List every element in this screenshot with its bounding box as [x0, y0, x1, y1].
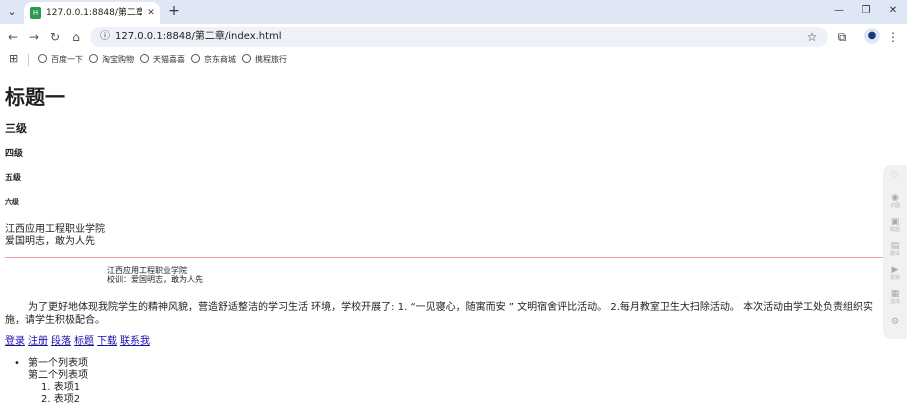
bookmarks-divider [28, 54, 29, 66]
link-heading[interactable]: 标题 [74, 336, 94, 347]
heading-3: 三级 [5, 122, 27, 135]
bookmark-item[interactable]: 携程旅行 [242, 53, 287, 67]
heading-1: 标题一 [5, 85, 65, 109]
tool-label: 识图 [889, 203, 900, 209]
image-search-tool[interactable]: ◉ 识图 [887, 193, 903, 211]
gear-icon: ⚙ [890, 317, 900, 327]
reload-icon[interactable]: ↻ [47, 29, 63, 45]
heart-icon: ♡ [890, 171, 900, 181]
menu-icon[interactable]: ⋮ [885, 29, 901, 45]
new-tab-button[interactable]: + [166, 3, 182, 19]
browser-tab[interactable]: H 127.0.0.1:8848/第二章/index. ✕ [24, 2, 160, 24]
link-paragraph[interactable]: 段落 [51, 336, 71, 347]
bookmark-item[interactable]: 京东商城 [191, 53, 236, 67]
image-search-icon: ◉ [891, 193, 899, 203]
address-bar[interactable]: ⓘ 127.0.0.1:8848/第二章/index.html ☆ [90, 27, 828, 47]
link-register[interactable]: 注册 [28, 336, 48, 347]
globe-icon [89, 54, 98, 63]
profile-avatar-icon[interactable]: ● [864, 28, 880, 44]
tab-favicon-icon: H [30, 7, 41, 19]
translate-icon: ▤ [890, 241, 900, 251]
tool-label: 视频 [889, 275, 900, 281]
activity-paragraph: 为了更好地体现我院学生的精神风貌，营造舒适整洁的学习生活 环境，学校开展了: 1… [5, 302, 874, 326]
translate-tool[interactable]: ▤ 翻译 [887, 241, 903, 259]
link-download[interactable]: 下载 [97, 336, 117, 347]
bookmark-item[interactable]: 淘宝购物 [89, 53, 134, 67]
browser-toolbar: ← → ↻ ⌂ ⓘ 127.0.0.1:8848/第二章/index.html … [0, 24, 907, 50]
site-info-icon[interactable]: ⓘ [98, 30, 112, 44]
tab-title: 127.0.0.1:8848/第二章/index. [46, 8, 142, 18]
heading-4: 四级 [5, 149, 24, 159]
motto-text: 爱国明志，敢为人先 [5, 236, 95, 247]
window-close-button[interactable]: ✕ [883, 3, 903, 19]
bookmark-item[interactable]: 百度一下 [38, 53, 83, 67]
select-icon: ▦ [890, 289, 900, 299]
heading-6: 六级 [5, 198, 19, 206]
bookmark-label: 携程旅行 [255, 55, 287, 64]
video-tool[interactable]: ▶ 视频 [887, 265, 903, 283]
bookmark-label: 京东商城 [204, 55, 236, 64]
horizontal-rule [5, 257, 907, 258]
url-text[interactable]: 127.0.0.1:8848/第二章/index.html [115, 30, 282, 44]
favorite-tool[interactable]: ♡ [887, 171, 903, 189]
bookmark-star-icon[interactable]: ☆ [804, 29, 820, 45]
tool-label: 截图 [889, 227, 900, 233]
tool-label: 翻译 [889, 251, 900, 257]
bookmark-label: 天猫喜喜 [153, 55, 185, 64]
link-row: 登录 注册 段落 标题 下载 联系我 [5, 335, 153, 348]
bookmark-label: 百度一下 [51, 55, 83, 64]
tool-label: 选择 [889, 299, 900, 305]
settings-tool[interactable]: ⚙ [887, 317, 903, 335]
link-login[interactable]: 登录 [5, 336, 25, 347]
minimize-button[interactable]: — [829, 3, 849, 19]
heading-5: 五级 [5, 173, 21, 182]
globe-icon [242, 54, 251, 63]
tab-strip: ⌄ H 127.0.0.1:8848/第二章/index. ✕ + — ❐ ✕ [0, 0, 907, 24]
video-icon: ▶ [891, 265, 899, 275]
back-icon[interactable]: ← [5, 29, 21, 45]
globe-icon [191, 54, 200, 63]
bookmark-label: 淘宝购物 [102, 55, 134, 64]
home-icon[interactable]: ⌂ [68, 29, 84, 45]
screenshot-tool[interactable]: ▣ 截图 [887, 217, 903, 235]
globe-icon [140, 54, 149, 63]
link-contact[interactable]: 联系我 [120, 336, 150, 347]
floating-side-toolbar: ♡ ◉ 识图 ▣ 截图 ▤ 翻译 ▶ 视频 ▦ 选择 ⚙ [883, 165, 907, 339]
apps-grid-icon[interactable]: ⊞ [9, 53, 21, 65]
restore-button[interactable]: ❐ [856, 3, 876, 19]
bookmarks-bar: ⊞ 百度一下 淘宝购物 天猫喜喜 京东商城 携程旅行 [0, 50, 907, 70]
screenshot-icon: ▣ [890, 217, 900, 227]
small-motto: 校训：爱国明志，敢为人先 [107, 275, 203, 284]
globe-icon [38, 54, 47, 63]
select-tool[interactable]: ▦ 选择 [887, 289, 903, 307]
page-content: 标题一 三级 四级 五级 六级 江西应用工程职业学院 爱国明志，敢为人先 江西应… [0, 72, 907, 405]
extensions-icon[interactable]: ⧉ [834, 29, 850, 45]
forward-icon[interactable]: → [26, 29, 42, 45]
tab-search-icon[interactable]: ⌄ [4, 4, 20, 20]
bookmark-item[interactable]: 天猫喜喜 [140, 53, 185, 67]
tab-close-icon[interactable]: ✕ [145, 6, 157, 20]
